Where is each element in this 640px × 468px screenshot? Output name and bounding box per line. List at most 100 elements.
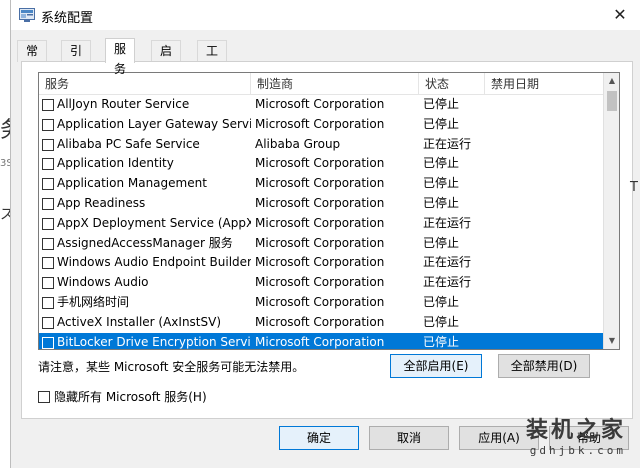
service-disabled-date — [489, 115, 599, 135]
tab-general[interactable]: 常规 — [17, 40, 48, 78]
service-disabled-date — [489, 273, 599, 293]
tab-boot[interactable]: 引导 — [61, 40, 92, 78]
service-checkbox[interactable] — [42, 257, 54, 270]
column-header-status[interactable]: 状态 — [419, 73, 485, 95]
hide-ms-services-label[interactable]: 隐藏所有 Microsoft 服务(H) — [54, 389, 207, 405]
service-manufacturer: Alibaba Group — [255, 136, 341, 151]
tab-startup[interactable]: 启动 — [151, 40, 182, 78]
service-manufacturer: Microsoft Corporation — [255, 116, 385, 131]
service-row[interactable]: Windows Audio Microsoft Corporation 正在运行 — [39, 273, 605, 293]
service-name: AssignedAccessManager 服务 — [57, 235, 233, 250]
service-row[interactable]: ActiveX Installer (AxInstSV) Microsoft Co… — [39, 313, 605, 333]
service-name: Application Management — [57, 176, 207, 191]
vertical-scrollbar[interactable]: ▲ ▼ — [603, 73, 619, 349]
service-checkbox[interactable] — [42, 277, 54, 290]
service-row[interactable]: Windows Audio Endpoint Builder Microsoft … — [39, 253, 605, 273]
service-status: 已停止 — [423, 334, 460, 349]
service-checkbox[interactable] — [42, 178, 54, 191]
service-name: Windows Audio — [57, 275, 149, 290]
disable-all-button[interactable]: 全部禁用(D) — [498, 354, 590, 378]
service-status: 正在运行 — [423, 136, 472, 151]
service-status: 正在运行 — [423, 275, 472, 290]
service-name: BitLocker Drive Encryption Service — [57, 334, 251, 349]
service-row[interactable]: Application Management Microsoft Corporat… — [39, 174, 605, 194]
service-rows: AllJoyn Router Service Microsoft Corporat… — [39, 95, 605, 349]
scrollbar-thumb[interactable] — [607, 91, 617, 111]
service-disabled-date — [489, 95, 599, 115]
service-checkbox[interactable] — [42, 237, 54, 250]
service-checkbox[interactable] — [42, 99, 54, 111]
watermark: 装机之家 gdhjbk.com — [526, 412, 626, 457]
ok-button[interactable]: 确定 — [279, 426, 359, 450]
service-disabled-date — [489, 313, 599, 333]
service-checkbox[interactable] — [42, 118, 54, 131]
service-manufacturer: Microsoft Corporation — [255, 195, 385, 210]
service-name: 手机网络时间 — [57, 294, 130, 309]
service-row[interactable]: AllJoyn Router Service Microsoft Corporat… — [39, 95, 605, 115]
service-row[interactable]: AppX Deployment Service (AppX... Microsof… — [39, 214, 605, 234]
service-status: 已停止 — [423, 195, 460, 210]
service-status: 已停止 — [423, 156, 460, 171]
service-status: 正在运行 — [423, 215, 472, 230]
service-row[interactable]: Application Identity Microsoft Corporatio… — [39, 154, 605, 174]
cancel-button[interactable]: 取消 — [369, 426, 449, 450]
service-row[interactable]: 手机网络时间 Microsoft Corporation 已停止 — [39, 293, 605, 313]
service-manufacturer: Microsoft Corporation — [255, 334, 385, 349]
services-list[interactable]: 服务 制造商 状态 禁用日期 AllJoyn Router Service Mic… — [38, 72, 620, 350]
service-row[interactable]: Alibaba PC Safe Service Alibaba Group 正在运行 — [39, 135, 605, 155]
service-disabled-date — [489, 253, 599, 273]
watermark-logo: 装机之家 — [525, 417, 626, 443]
service-disabled-date — [489, 234, 599, 254]
close-button[interactable]: ✕ — [608, 4, 632, 26]
title-bar: 系统配置 ✕ — [11, 0, 640, 30]
service-disabled-date — [489, 174, 599, 194]
tab-tools[interactable]: 工具 — [197, 40, 228, 78]
service-name: Alibaba PC Safe Service — [57, 136, 200, 151]
service-manufacturer: Microsoft Corporation — [255, 215, 385, 230]
service-row[interactable]: App Readiness Microsoft Corporation 已停止 — [39, 194, 605, 214]
service-checkbox[interactable] — [42, 316, 54, 329]
service-status: 已停止 — [423, 294, 460, 309]
service-disabled-date — [489, 293, 599, 313]
service-disabled-date — [489, 154, 599, 174]
service-name: AllJoyn Router Service — [57, 97, 190, 111]
service-status: 已停止 — [423, 314, 460, 329]
msconfig-icon — [19, 8, 35, 22]
service-checkbox[interactable] — [42, 296, 54, 309]
hide-ms-services-checkbox[interactable] — [38, 391, 50, 403]
watermark-url: gdhjbk.com — [529, 444, 626, 457]
service-name: Application Identity — [57, 156, 174, 171]
service-name: Windows Audio Endpoint Builder — [57, 255, 251, 270]
system-config-dialog: 系统配置 ✕ 常规 引导 服务 启动 工具 服务 制造商 状态 禁用日期 All… — [10, 0, 640, 468]
service-manufacturer: Microsoft Corporation — [255, 275, 385, 290]
service-checkbox[interactable] — [42, 336, 54, 349]
service-row[interactable]: Application Layer Gateway Service Microso… — [39, 115, 605, 135]
column-header-service[interactable]: 服务 — [39, 73, 251, 95]
column-header-disabled-date[interactable]: 禁用日期 — [485, 73, 605, 95]
service-row[interactable]: AssignedAccessManager 服务 Microsoft Corpor… — [39, 234, 605, 254]
service-checkbox[interactable] — [42, 197, 54, 210]
enable-all-button[interactable]: 全部启用(E) — [390, 354, 482, 378]
service-row[interactable]: BitLocker Drive Encryption Service Micros… — [39, 332, 605, 349]
service-disabled-date — [489, 135, 599, 155]
service-name: AppX Deployment Service (AppX... — [57, 215, 251, 230]
service-checkbox[interactable] — [42, 158, 54, 171]
service-disabled-date — [489, 194, 599, 214]
service-manufacturer: Microsoft Corporation — [255, 294, 385, 309]
service-manufacturer: Microsoft Corporation — [255, 176, 385, 191]
column-header-manufacturer[interactable]: 制造商 — [251, 73, 419, 95]
service-name: App Readiness — [57, 195, 146, 210]
service-checkbox[interactable] — [42, 138, 54, 151]
service-name: ActiveX Installer (AxInstSV) — [57, 314, 222, 329]
service-manufacturer: Microsoft Corporation — [255, 255, 385, 270]
service-disabled-date — [489, 333, 599, 349]
service-manufacturer: Microsoft Corporation — [255, 314, 385, 329]
service-checkbox[interactable] — [42, 217, 54, 230]
service-manufacturer: Microsoft Corporation — [255, 97, 385, 111]
tab-services[interactable]: 服务 — [105, 38, 136, 76]
security-note: 请注意，某些 Microsoft 安全服务可能无法禁用。 — [38, 360, 305, 374]
service-status: 已停止 — [423, 116, 460, 131]
service-status: 已停止 — [423, 97, 460, 111]
scroll-up-icon[interactable]: ▲ — [604, 73, 619, 89]
scroll-down-icon[interactable]: ▼ — [604, 333, 619, 349]
